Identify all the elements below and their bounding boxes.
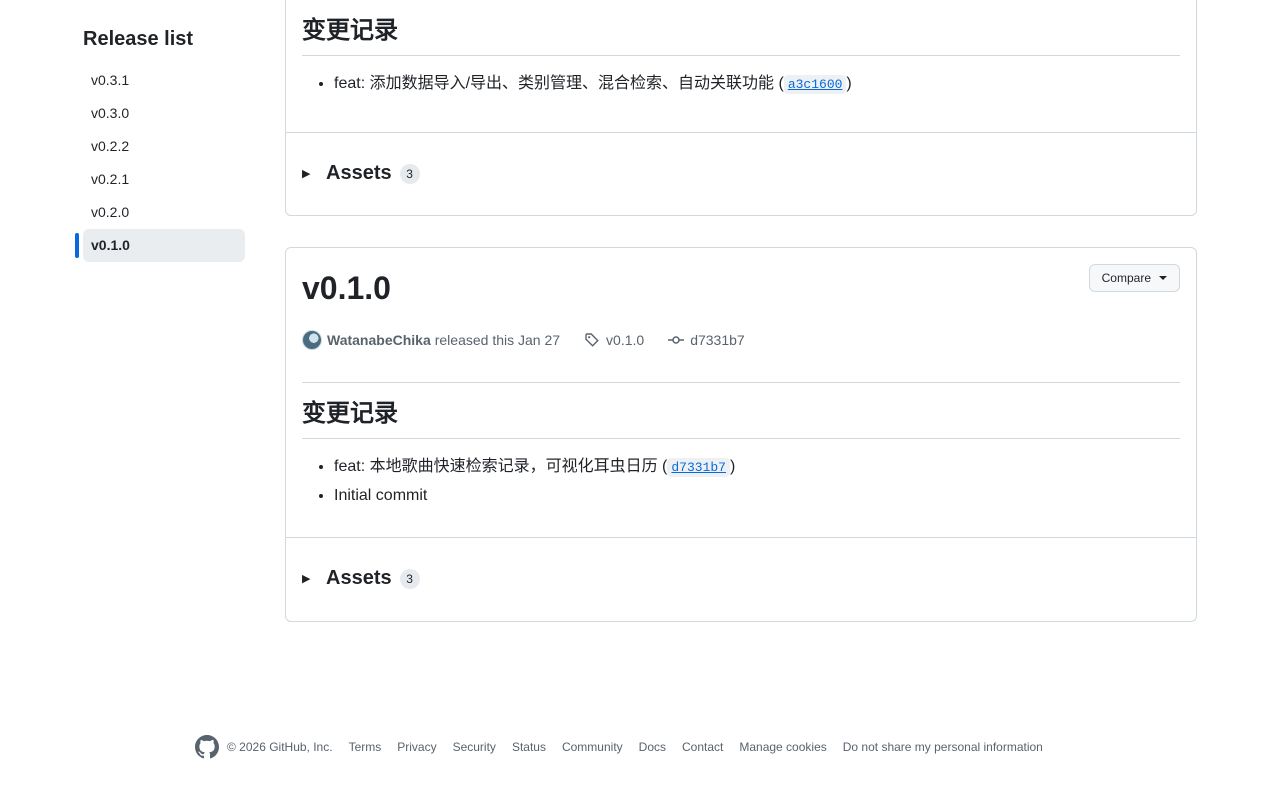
- sidebar-item-v0-3-1[interactable]: v0.3.1: [83, 64, 245, 97]
- compare-label: Compare: [1101, 271, 1151, 285]
- assets-toggle[interactable]: ▶ Assets 3: [286, 132, 1196, 214]
- release-meta: WatanabeChika released this Jan 27 v0.1.…: [302, 330, 745, 350]
- divider: [302, 382, 1180, 383]
- disclosure-triangle-icon: ▶: [302, 168, 311, 180]
- compare-button[interactable]: Compare: [1088, 264, 1180, 292]
- sidebar-title: Release list: [83, 28, 194, 50]
- release-notes: feat: 本地歌曲快速检索记录，可视化耳虫日历 (d7331b7) Initi…: [302, 453, 1180, 510]
- assets-count-badge: 3: [399, 163, 420, 184]
- tag-link[interactable]: v0.1.0: [584, 332, 644, 348]
- release-note-item: Initial commit: [334, 482, 1180, 510]
- triangle-down-icon: [1159, 276, 1167, 280]
- footer-link-status[interactable]: Status: [512, 740, 546, 754]
- sidebar-item-v0-2-1[interactable]: v0.2.1: [83, 163, 245, 196]
- commit-link[interactable]: d7331b7: [667, 458, 730, 477]
- sidebar-item-v0-3-0[interactable]: v0.3.0: [83, 97, 245, 130]
- release-note-item: feat: 添加数据导入/导出、类别管理、混合检索、自动关联功能 (a3c160…: [334, 70, 1180, 99]
- commit-sha: d7331b7: [667, 458, 730, 477]
- commit-sha: d7331b7: [690, 332, 745, 348]
- tag-icon: [585, 333, 599, 347]
- sidebar-item-v0-2-0[interactable]: v0.2.0: [83, 196, 245, 229]
- footer-link-contact[interactable]: Contact: [682, 740, 723, 754]
- author-link[interactable]: WatanabeChika: [327, 332, 431, 348]
- changelog-heading: 变更记录: [302, 398, 1180, 439]
- commit-sha: a3c1600: [783, 75, 847, 94]
- release-card: v0.1.0 Compare WatanabeChika released th…: [285, 247, 1197, 622]
- assets-count-badge: 3: [399, 568, 420, 589]
- note-text: feat: 添加数据导入/导出、类别管理、混合检索、自动关联功能: [334, 75, 775, 92]
- released-text: released this Jan 27: [434, 332, 561, 348]
- footer-link-community[interactable]: Community: [562, 740, 623, 754]
- note-text: Initial commit: [334, 487, 428, 504]
- note-text: feat: 本地歌曲快速检索记录，可视化耳虫日历: [334, 458, 658, 475]
- disclosure-triangle-icon: ▶: [302, 573, 311, 585]
- footer-link-do-not-share[interactable]: Do not share my personal information: [843, 740, 1043, 754]
- tag-label: v0.1.0: [606, 332, 645, 348]
- site-footer: © 2026 GitHub, Inc. Terms Privacy Securi…: [195, 735, 1043, 759]
- footer-copyright: © 2026 GitHub, Inc.: [227, 740, 333, 754]
- changelog-heading: 变更记录: [302, 15, 1180, 56]
- sidebar-item-v0-1-0[interactable]: v0.1.0: [75, 229, 245, 262]
- previous-release-card: 变更记录 feat: 添加数据导入/导出、类别管理、混合检索、自动关联功能 (a…: [285, 0, 1197, 216]
- release-list: v0.3.1 v0.3.0 v0.2.2 v0.2.1 v0.2.0 v0.1.…: [75, 64, 245, 262]
- avatar[interactable]: [302, 330, 322, 350]
- release-list-sidebar: Release list v0.3.1 v0.3.0 v0.2.2 v0.2.1…: [75, 26, 245, 262]
- footer-link-docs[interactable]: Docs: [639, 740, 666, 754]
- commit-link[interactable]: a3c1600: [783, 75, 847, 94]
- footer-link-security[interactable]: Security: [453, 740, 496, 754]
- assets-label: Assets: [326, 162, 392, 184]
- commit-link[interactable]: d7331b7: [668, 332, 745, 348]
- assets-label: Assets: [326, 567, 392, 589]
- release-note-item: feat: 本地歌曲快速检索记录，可视化耳虫日历 (d7331b7): [334, 453, 1180, 482]
- release-body: 变更记录 feat: 本地歌曲快速检索记录，可视化耳虫日历 (d7331b7) …: [302, 398, 1180, 510]
- git-commit-icon: [668, 336, 685, 344]
- footer-link-manage-cookies[interactable]: Manage cookies: [739, 740, 826, 754]
- github-logo-icon[interactable]: [195, 735, 219, 759]
- release-notes: feat: 添加数据导入/导出、类别管理、混合检索、自动关联功能 (a3c160…: [302, 70, 1180, 99]
- footer-link-privacy[interactable]: Privacy: [397, 740, 436, 754]
- assets-toggle[interactable]: ▶ Assets 3: [286, 537, 1196, 619]
- footer-link-terms[interactable]: Terms: [349, 740, 382, 754]
- release-title[interactable]: v0.1.0: [302, 268, 391, 308]
- sidebar-item-v0-2-2[interactable]: v0.2.2: [83, 130, 245, 163]
